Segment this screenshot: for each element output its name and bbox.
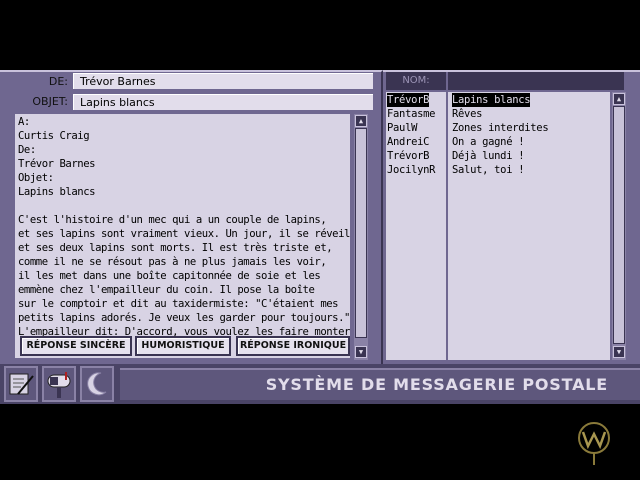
inbox-row-subject: Salut, toi ! [452, 164, 525, 176]
message-line: C'est l'histoire d'un mec qui a un coupl… [18, 214, 327, 226]
message-line: Curtis Craig [18, 130, 90, 142]
message-line: A: [18, 116, 30, 128]
moon-icon [87, 372, 107, 396]
reply-ironic-button[interactable]: RÉPONSE IRONIQUE [236, 336, 350, 356]
message-line: De: [18, 144, 36, 156]
message-line: emmène chez l'empailleur du coin. Il pos… [18, 284, 315, 296]
scroll-down-icon[interactable]: ▼ [355, 346, 367, 358]
inbox-row-subject: Rêves [452, 108, 483, 120]
subject-field: Lapins blancs [73, 94, 373, 110]
message-line: et ses lapins sont vraiment vieux. Un jo… [18, 228, 350, 240]
from-label: DE: [48, 75, 68, 88]
inbox-scroll-up-icon[interactable]: ▲ [613, 93, 625, 105]
inbox-name-header: NOM: [386, 72, 446, 90]
message-body: A: Curtis Craig De: Trévor Barnes Objet: Lapi… [15, 114, 350, 358]
inbox-row-name: Fantasme [387, 108, 436, 120]
message-line: sur le comptoir et dit au taxidermiste: … [18, 298, 339, 310]
message-line: comme il ne se résout pas à ne plus jama… [18, 256, 327, 268]
message-line: Objet: [18, 172, 54, 184]
message-line: petits lapins adorés. Je veux les garder… [18, 312, 350, 324]
inbox-row-name: TrévorB [387, 150, 430, 162]
message-line: Lapins blancs [18, 186, 96, 198]
inbox-row-name: JocilynR [387, 164, 436, 176]
inbox-list: TrévorB Lapins blancs Fantasme Rêves PaulW Zo… [386, 93, 610, 177]
mailbox-icon [47, 372, 71, 398]
message-line: et ses deux lapins sont morts. Il est tr… [18, 242, 333, 254]
inbox-row-subject: Zones interdites [452, 122, 549, 134]
message-line: Trévor Barnes [18, 158, 96, 170]
mailbox-button[interactable] [42, 366, 76, 402]
inbox-row-subject: Lapins blancs [452, 93, 531, 107]
inbox-row[interactable]: AndreiC On a gagné ! [386, 135, 610, 149]
logo-icon [578, 422, 610, 465]
inbox-scroll-down-icon[interactable]: ▼ [613, 346, 625, 358]
message-scroll-thumb[interactable] [355, 128, 367, 338]
from-field: Trévor Barnes [73, 73, 373, 89]
reply-sincere-button[interactable]: RÉPONSE SINCÈRE [20, 336, 132, 356]
inbox-row-name: TrévorB [387, 93, 430, 107]
inbox-subject-header [448, 72, 624, 90]
game-logo[interactable] [576, 418, 612, 468]
message-line [18, 199, 347, 213]
inbox-row-name: PaulW [387, 122, 418, 134]
scroll-up-icon[interactable]: ▲ [355, 115, 367, 127]
subject-label: OBJET: [32, 95, 68, 108]
inbox-row[interactable]: JocilynR Salut, toi ! [386, 163, 610, 177]
moon-button[interactable] [80, 366, 114, 402]
inbox-row[interactable]: TrévorB Déjà lundi ! [386, 149, 610, 163]
notepad-icon [9, 373, 34, 395]
inbox-row[interactable]: Fantasme Rêves [386, 107, 610, 121]
inbox-row[interactable]: PaulW Zones interdites [386, 121, 610, 135]
inbox-row[interactable]: TrévorB Lapins blancs [386, 93, 610, 107]
inbox-row-subject: Déjà lundi ! [452, 150, 525, 162]
system-title: SYSTÈME DE MESSAGERIE POSTALE [120, 368, 640, 400]
inbox-row-name: AndreiC [387, 136, 430, 148]
reply-humor-button[interactable]: HUMORISTIQUE [135, 336, 231, 356]
notepad-button[interactable] [4, 366, 38, 402]
inbox-scroll-thumb[interactable] [613, 106, 625, 344]
message-text: A: Curtis Craig De: Trévor Barnes Objet: Lapi… [15, 114, 350, 340]
message-line: il les met dans une boîte capitonnée de … [18, 270, 321, 282]
inbox-row-subject: On a gagné ! [452, 136, 525, 148]
